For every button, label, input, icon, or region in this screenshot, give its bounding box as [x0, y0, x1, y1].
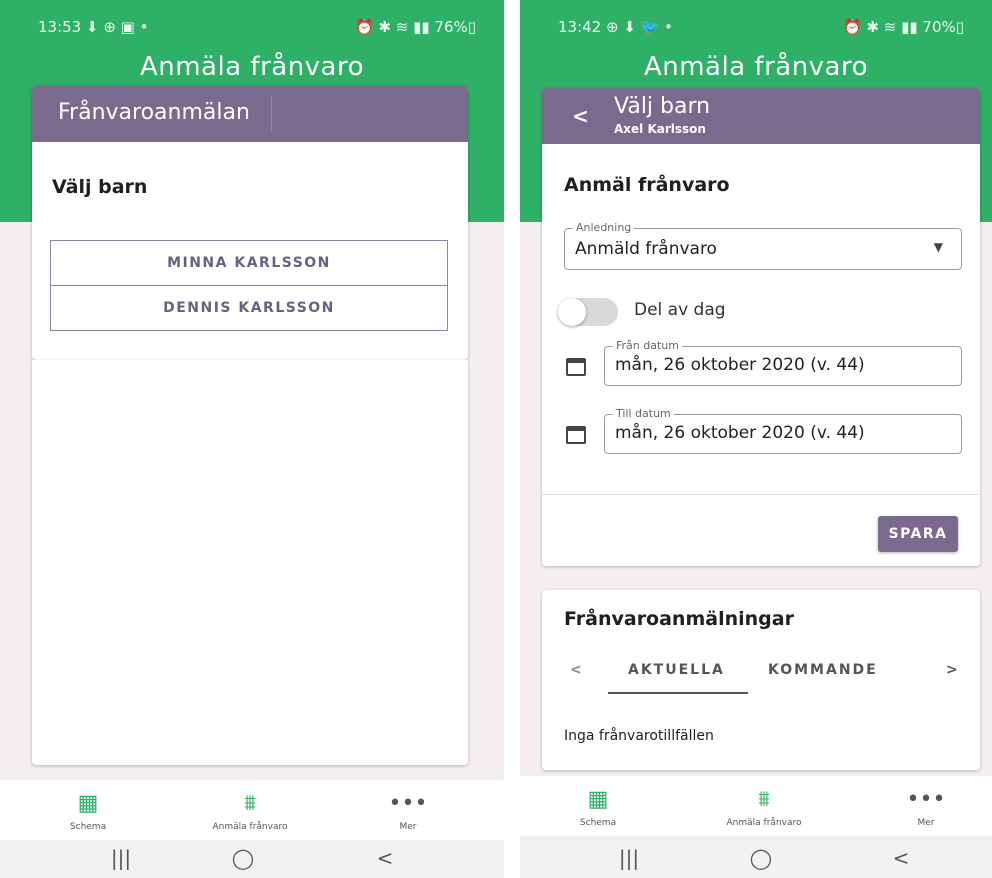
content-card-empty: [32, 360, 468, 765]
more-dots-icon: •••: [906, 787, 946, 812]
dropdown-arrow-icon: ▼: [933, 240, 943, 254]
card-header: < Välj barn Axel Karlsson: [542, 88, 980, 144]
status-bar: 13:53 ⬇ ⊕ ▣ • ⏰ ✱ ≋ ▮▮ 76%▯: [0, 0, 504, 44]
nav-item-absence[interactable]: ⩩ Anmäla frånvaro: [704, 776, 824, 828]
home-button[interactable]: ◯: [746, 846, 776, 870]
from-date-field[interactable]: Från datum mån, 26 oktober 2020 (v. 44): [604, 339, 962, 386]
calendar-icon[interactable]: [566, 426, 586, 444]
absence-list-card: Frånvaroanmälningar < AKTUELLA KOMMANDE …: [542, 590, 980, 770]
nav-item-schema[interactable]: ▦ Schema: [28, 780, 148, 832]
from-date-value: mån, 26 oktober 2020 (v. 44): [615, 355, 865, 375]
tab-next-arrow-icon[interactable]: >: [946, 662, 960, 678]
choose-child-card: Frånvaroanmälan Välj barn MINNA KARLSSON…: [32, 86, 468, 360]
nav-item-schema[interactable]: ▦ Schema: [538, 776, 658, 828]
status-bar: 13:42 ⊕ ⬇ 🐦 • ⏰ ✱ ≋ ▮▮ 70%▯: [520, 0, 992, 44]
header-divider: [271, 96, 272, 132]
reason-value: Anmäld frånvaro: [575, 239, 717, 259]
status-time: 13:53 ⬇ ⊕ ▣ •: [38, 18, 149, 36]
section-title: Välj barn: [52, 176, 148, 198]
card-header: Frånvaroanmälan: [32, 86, 468, 142]
status-indicators: ⏰ ✱ ≋ ▮▮ 70%▯: [843, 18, 964, 36]
reason-select[interactable]: Anledning Anmäld frånvaro ▼: [564, 221, 962, 270]
calendar-grid-icon: ▦: [77, 791, 99, 816]
form-title: Anmäl frånvaro: [564, 174, 730, 196]
recents-button[interactable]: |||: [106, 846, 136, 870]
card-header-title: Frånvaroanmälan: [58, 100, 250, 125]
nav-item-more[interactable]: ••• Mer: [348, 780, 468, 832]
nav-label: Anmäla frånvaro: [212, 822, 288, 832]
part-of-day-label: Del av dag: [634, 300, 726, 320]
back-button[interactable]: <: [886, 846, 916, 870]
active-tab-indicator: [608, 692, 748, 694]
nav-item-more[interactable]: ••• Mer: [866, 776, 986, 828]
app-title: Anmäla frånvaro: [139, 52, 365, 82]
nav-label: Anmäla frånvaro: [726, 818, 802, 828]
nav-label: Mer: [917, 818, 935, 828]
back-button[interactable]: <: [370, 846, 400, 870]
nav-item-absence[interactable]: ⩩ Anmäla frånvaro: [190, 780, 310, 832]
child-button-minna[interactable]: MINNA KARLSSON: [50, 240, 448, 286]
calendar-grid-icon: ▦: [587, 787, 609, 812]
more-dots-icon: •••: [388, 791, 428, 816]
system-navigation-bar: ||| ◯ <: [520, 840, 992, 878]
back-chevron-icon[interactable]: <: [572, 104, 589, 128]
list-title: Frånvaroanmälningar: [564, 608, 794, 630]
phone-screen-left: 13:53 ⬇ ⊕ ▣ • ⏰ ✱ ≋ ▮▮ 76%▯ Anmäla frånv…: [0, 0, 504, 878]
absence-form-card: < Välj barn Axel Karlsson Anmäl frånvaro…: [542, 88, 980, 566]
nav-label: Schema: [579, 818, 617, 828]
header-subtitle: Axel Karlsson: [614, 122, 706, 136]
to-date-value: mån, 26 oktober 2020 (v. 44): [615, 423, 865, 443]
bottom-navigation: ▦ Schema ⩩ Anmäla frånvaro ••• Mer: [520, 776, 992, 836]
desk-icon: ⩩: [758, 787, 770, 812]
reason-label: Anledning: [573, 221, 635, 234]
home-button[interactable]: ◯: [228, 846, 258, 870]
header-title: Välj barn: [614, 94, 711, 119]
app-title: Anmäla frånvaro: [643, 52, 869, 82]
status-time: 13:42 ⊕ ⬇ 🐦 •: [558, 18, 673, 36]
status-indicators: ⏰ ✱ ≋ ▮▮ 76%▯: [355, 18, 476, 36]
phone-screen-right: 13:42 ⊕ ⬇ 🐦 • ⏰ ✱ ≋ ▮▮ 70%▯ Anmäla frånv…: [520, 0, 992, 878]
part-of-day-toggle[interactable]: [558, 298, 586, 326]
bottom-navigation: ▦ Schema ⩩ Anmäla frånvaro ••• Mer: [0, 780, 504, 840]
to-date-field[interactable]: Till datum mån, 26 oktober 2020 (v. 44): [604, 407, 962, 454]
tab-prev-arrow-icon[interactable]: <: [570, 662, 584, 678]
from-date-label: Från datum: [613, 339, 682, 352]
nav-label: Schema: [69, 822, 107, 832]
tab-current[interactable]: AKTUELLA: [628, 662, 725, 678]
tab-upcoming[interactable]: KOMMANDE: [768, 662, 878, 678]
desk-icon: ⩩: [244, 791, 256, 816]
divider: [542, 494, 980, 495]
system-navigation-bar: ||| ◯ <: [0, 840, 504, 878]
calendar-icon[interactable]: [566, 358, 586, 376]
empty-list-text: Inga frånvarotillfällen: [564, 728, 714, 744]
to-date-label: Till datum: [613, 407, 674, 420]
recents-button[interactable]: |||: [614, 846, 644, 870]
nav-label: Mer: [399, 822, 417, 832]
child-button-dennis[interactable]: DENNIS KARLSSON: [50, 285, 448, 331]
save-button[interactable]: SPARA: [878, 516, 958, 552]
